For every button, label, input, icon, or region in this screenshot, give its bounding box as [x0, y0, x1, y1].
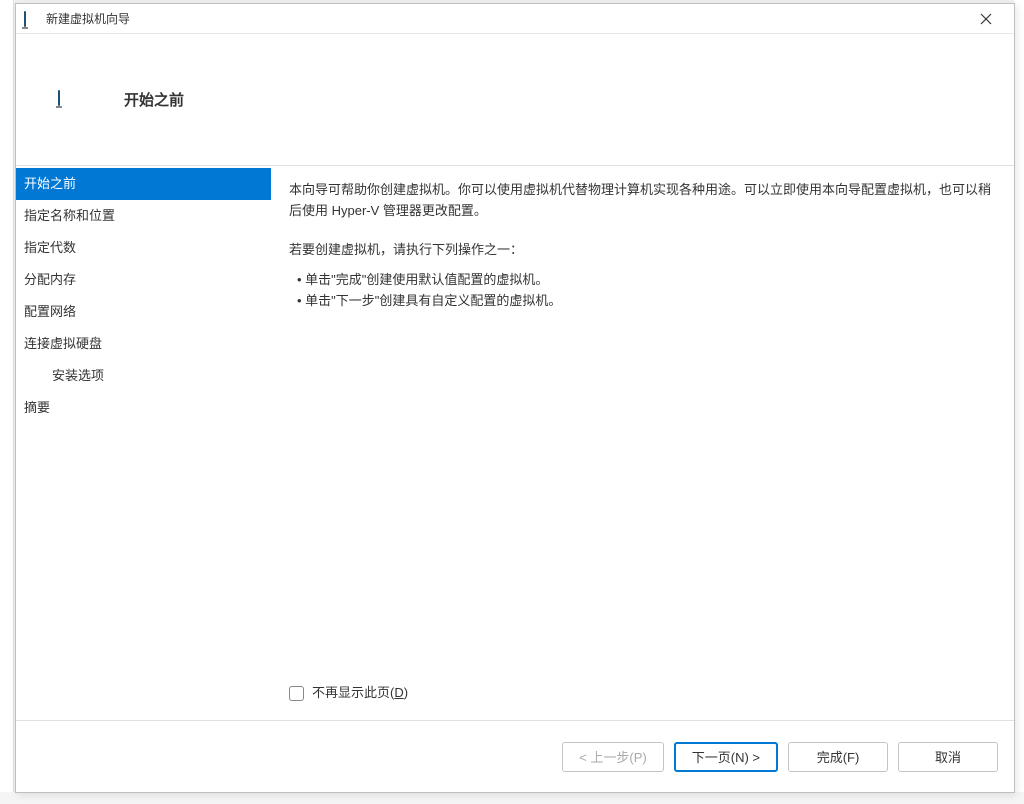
wizard-footer: < 上一步(P) 下一页(N) > 完成(F) 取消: [16, 720, 1014, 792]
bullet-item: • 单击"下一步"创建具有自定义配置的虚拟机。: [297, 291, 996, 312]
sidebar-item-hard-disk[interactable]: 连接虚拟硬盘: [16, 328, 271, 360]
app-icon: [24, 12, 40, 26]
sidebar-item-label: 指定代数: [24, 240, 76, 255]
background-panel-left: [0, 0, 14, 804]
instruction-text: 若要创建虚拟机，请执行下列操作之一：: [289, 240, 996, 261]
dont-show-again-checkbox[interactable]: [289, 686, 304, 701]
wizard-sidebar: 开始之前 指定名称和位置 指定代数 分配内存 配置网络 连接虚拟硬盘 安装选项 …: [16, 166, 271, 720]
close-icon: [980, 13, 992, 25]
sidebar-item-label: 指定名称和位置: [24, 208, 115, 223]
cancel-button[interactable]: 取消: [898, 742, 998, 772]
wizard-dialog: 新建虚拟机向导 开始之前 开始之前 指定名称和位置 指定代数 分配内存: [15, 3, 1015, 793]
titlebar: 新建虚拟机向导: [16, 4, 1014, 34]
intro-text: 本向导可帮助你创建虚拟机。你可以使用虚拟机代替物理计算机实现各种用途。可以立即使…: [289, 180, 996, 222]
bullet-item: • 单击"完成"创建使用默认值配置的虚拟机。: [297, 270, 996, 291]
sidebar-item-summary[interactable]: 摘要: [16, 392, 271, 424]
window-title: 新建虚拟机向导: [46, 10, 966, 27]
sidebar-item-label: 分配内存: [24, 272, 76, 287]
sidebar-item-label: 连接虚拟硬盘: [24, 336, 102, 351]
sidebar-item-memory[interactable]: 分配内存: [16, 264, 271, 296]
sidebar-item-label: 安装选项: [52, 368, 104, 383]
sidebar-item-label: 开始之前: [24, 176, 76, 191]
sidebar-item-label: 配置网络: [24, 304, 76, 319]
wizard-body: 开始之前 指定名称和位置 指定代数 分配内存 配置网络 连接虚拟硬盘 安装选项 …: [16, 166, 1014, 720]
finish-button[interactable]: 完成(F): [788, 742, 888, 772]
page-title: 开始之前: [124, 89, 184, 110]
dont-show-again-row: 不再显示此页(D): [289, 683, 996, 704]
wizard-content: 本向导可帮助你创建虚拟机。你可以使用虚拟机代替物理计算机实现各种用途。可以立即使…: [271, 166, 1014, 720]
next-button[interactable]: 下一页(N) >: [674, 742, 778, 772]
sidebar-item-name-location[interactable]: 指定名称和位置: [16, 200, 271, 232]
sidebar-item-label: 摘要: [24, 400, 50, 415]
sidebar-item-before-you-begin[interactable]: 开始之前: [16, 168, 271, 200]
wizard-header-icon: [58, 91, 78, 108]
background-panel-bottom: [0, 792, 1024, 804]
spacer: [289, 312, 996, 683]
background-panel-right: [1014, 0, 1024, 804]
close-button[interactable]: [966, 5, 1006, 33]
sidebar-item-install-options[interactable]: 安装选项: [16, 360, 271, 392]
bullet-list: • 单击"完成"创建使用默认值配置的虚拟机。 • 单击"下一步"创建具有自定义配…: [289, 270, 996, 312]
dont-show-again-label[interactable]: 不再显示此页(D): [312, 683, 408, 704]
wizard-header: 开始之前: [16, 34, 1014, 166]
sidebar-item-generation[interactable]: 指定代数: [16, 232, 271, 264]
sidebar-item-networking[interactable]: 配置网络: [16, 296, 271, 328]
previous-button: < 上一步(P): [562, 742, 664, 772]
